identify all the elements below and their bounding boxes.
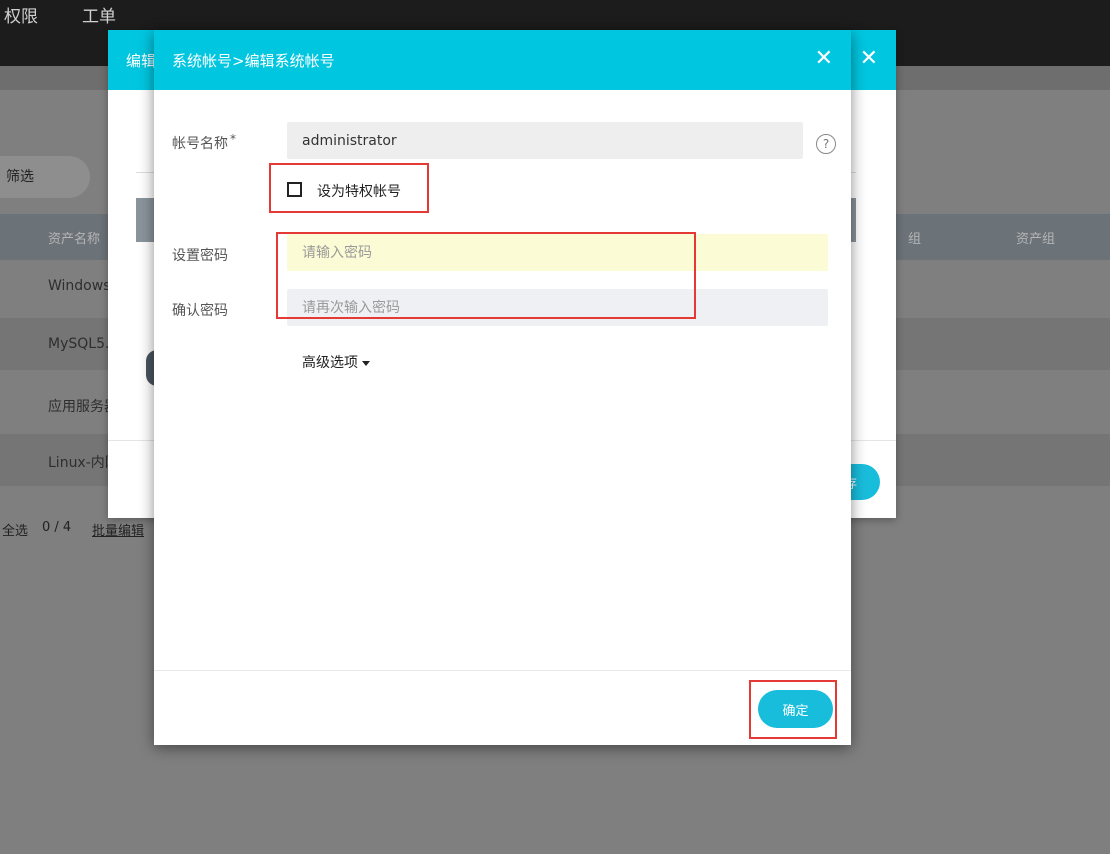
back-dialog-title: 编辑 bbox=[126, 52, 157, 70]
back-dialog-close-icon[interactable]: ✕ bbox=[860, 44, 878, 74]
column-asset-group: 资产组 bbox=[1016, 232, 1056, 247]
select-all-link[interactable]: 全选 bbox=[2, 520, 28, 539]
nav-item-permissions[interactable]: 权限 bbox=[4, 0, 38, 34]
edit-system-account-dialog: 系统帐号>编辑系统帐号 ✕ 帐号名称 * ? 设为特权帐号 设置密码 确认密码 … bbox=[154, 30, 851, 745]
caret-down-icon bbox=[362, 360, 370, 366]
footer-divider bbox=[154, 670, 851, 671]
required-asterisk: * bbox=[230, 132, 236, 146]
annotation-box-privileged bbox=[269, 163, 429, 213]
help-icon[interactable]: ? bbox=[816, 134, 836, 154]
account-name-field[interactable] bbox=[287, 122, 803, 159]
bulk-edit-link[interactable]: 批量编辑 bbox=[92, 520, 144, 539]
selection-count: 0 / 4 bbox=[42, 520, 72, 535]
advanced-options-toggle[interactable]: 高级选项 bbox=[302, 352, 370, 372]
column-asset-name: 资产名称 bbox=[48, 232, 101, 247]
annotation-box-confirm bbox=[749, 680, 837, 739]
set-password-label: 设置密码 bbox=[172, 248, 228, 264]
dialog-header: 系统帐号>编辑系统帐号 ✕ bbox=[154, 30, 851, 90]
account-name-label: 帐号名称 bbox=[172, 136, 228, 152]
filter-button-label: 筛选 bbox=[6, 169, 34, 185]
confirm-password-label: 确认密码 bbox=[172, 303, 228, 319]
nav-item-tickets[interactable]: 工单 bbox=[82, 0, 116, 34]
advanced-options-label: 高级选项 bbox=[302, 355, 358, 371]
filter-button[interactable]: 筛选 bbox=[0, 156, 90, 198]
dialog-title: 系统帐号>编辑系统帐号 bbox=[172, 52, 335, 70]
close-icon[interactable]: ✕ bbox=[815, 44, 833, 74]
column-group: 组 bbox=[908, 232, 922, 247]
annotation-box-passwords bbox=[276, 232, 696, 319]
